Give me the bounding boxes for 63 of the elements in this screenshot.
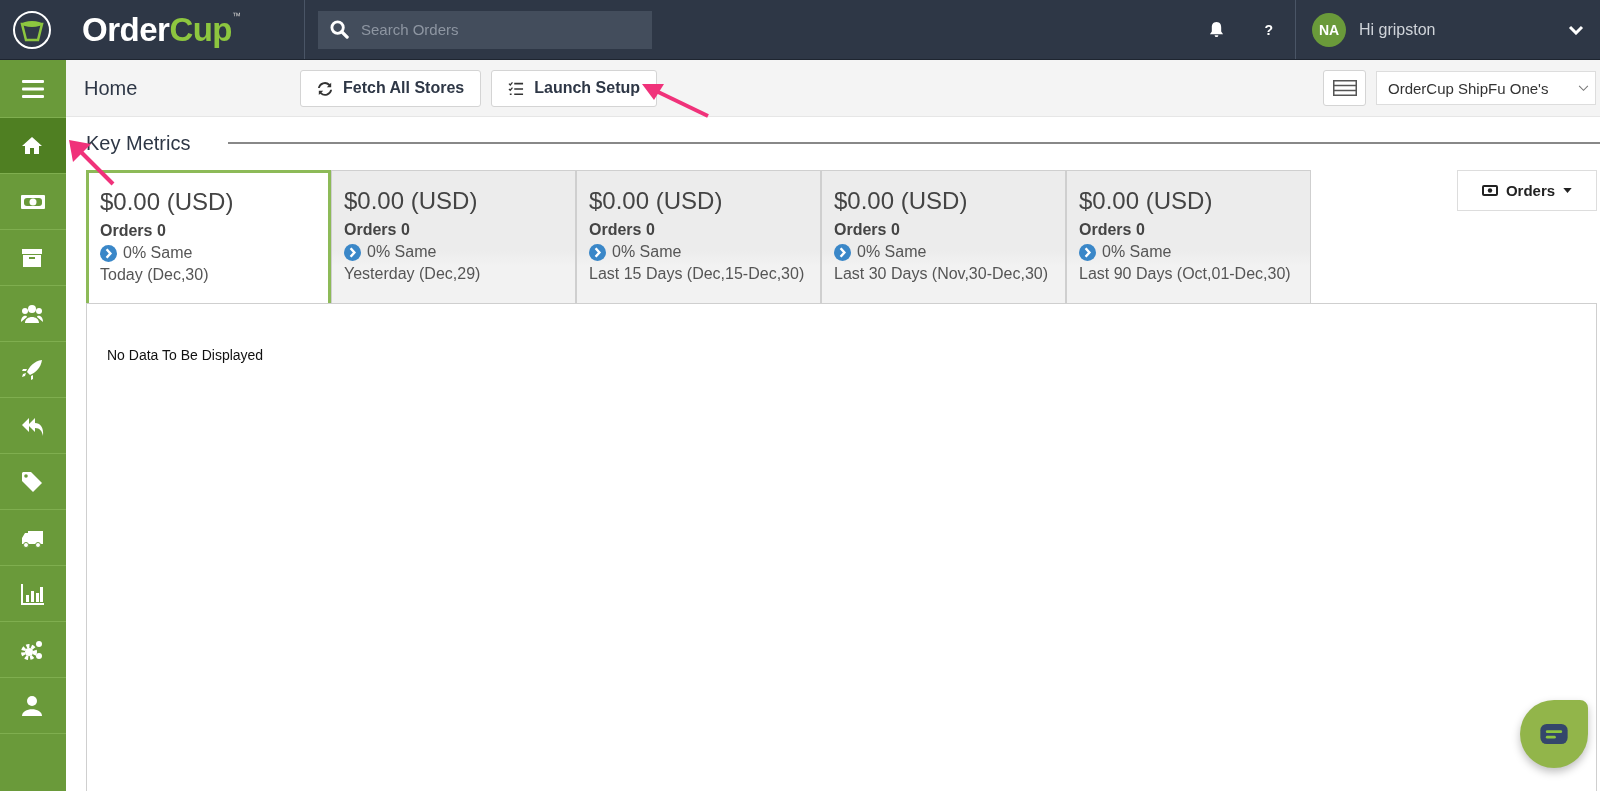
metric-period: Today (Dec,30)	[100, 266, 210, 284]
store-select[interactable]: OrderCup ShipFu One's	[1376, 71, 1596, 105]
metric-amount: $0.00 (USD)	[100, 188, 235, 216]
cup-logo-icon	[12, 9, 52, 50]
metric-card[interactable]: $0.00 (USD) Orders 0 0% Same Today (Dec,30)	[86, 170, 331, 303]
orders-dropdown-button[interactable]: Orders	[1457, 170, 1597, 211]
metric-card[interactable]: $0.00 (USD) Orders 0 0% Same Last 90 Days (Oct,01-Dec,30)	[1066, 170, 1311, 303]
metric-change: 0% Same	[612, 243, 682, 261]
metric-period: Yesterday (Dec,29)	[344, 265, 482, 283]
user-greeting[interactable]: Hi gripston	[1359, 20, 1568, 39]
metric-orders: Orders 0	[1079, 221, 1146, 239]
rocket-icon	[21, 358, 45, 381]
list-view-button[interactable]	[1323, 70, 1366, 106]
metric-amount: $0.00 (USD)	[589, 187, 724, 215]
toolbar-button[interactable]: Fetch All Stores	[300, 69, 482, 107]
bell-icon[interactable]	[1209, 21, 1225, 38]
metric-change: 0% Same	[123, 244, 193, 262]
metric-card[interactable]: $0.00 (USD) Orders 0 0% Same Yesterday (Dec,29)	[331, 170, 576, 303]
metric-change: 0% Same	[857, 243, 927, 261]
search-icon	[330, 20, 349, 39]
metric-amount: $0.00 (USD)	[1079, 187, 1214, 215]
metric-orders: Orders 0	[100, 222, 167, 240]
metric-card[interactable]: $0.00 (USD) Orders 0 0% Same Last 30 Days (Nov,30-Dec,30)	[821, 170, 1066, 303]
chevron-circle-icon	[834, 243, 851, 261]
metric-change: 0% Same	[367, 243, 437, 261]
metric-period: Last 15 Days (Dec,15-Dec,30)	[589, 265, 806, 283]
chevron-circle-icon	[100, 244, 117, 262]
metric-amount: $0.00 (USD)	[834, 187, 969, 215]
chevron-down-icon	[1578, 84, 1589, 92]
chevron-down-icon[interactable]	[1568, 24, 1584, 35]
user-icon	[21, 694, 45, 717]
list-view-icon	[1332, 80, 1357, 96]
help-button[interactable]: ?	[1264, 21, 1273, 38]
section-title: Key Metrics	[86, 131, 191, 155]
caret-icon	[1563, 188, 1573, 193]
search-field[interactable]: Search Orders	[318, 10, 652, 49]
page-title: Home	[84, 76, 139, 100]
checklist-icon	[508, 80, 525, 96]
metric-orders: Orders 0	[344, 221, 411, 239]
metric-card[interactable]: $0.00 (USD) Orders 0 0% Same Last 15 Days (Dec,15-Dec,30)	[576, 170, 821, 303]
chat-icon	[1540, 724, 1568, 744]
menu-icon	[22, 79, 44, 98]
toolbar-button[interactable]: Launch Setup	[491, 69, 657, 107]
bar-chart-icon	[21, 582, 45, 605]
chevron-circle-icon	[344, 243, 361, 261]
users-icon	[21, 302, 45, 325]
metric-change: 0% Same	[1102, 243, 1172, 261]
metric-period: Last 30 Days (Nov,30-Dec,30)	[834, 265, 1049, 283]
chevron-circle-icon	[589, 243, 606, 261]
metric-amount: $0.00 (USD)	[344, 187, 479, 215]
archive-box-icon	[21, 246, 45, 269]
money-icon	[1481, 185, 1498, 196]
search-input[interactable]: Search Orders	[361, 10, 640, 49]
chevron-circle-icon	[1079, 243, 1096, 261]
refresh-icon	[317, 80, 333, 96]
empty-message: No Data To Be Displayed	[107, 347, 264, 363]
chat-button[interactable]	[1520, 700, 1588, 768]
brand-logo: OrderCup$^{™}$	[82, 10, 241, 49]
sidebar-item[interactable]	[0, 118, 66, 174]
metric-orders: Orders 0	[834, 221, 901, 239]
metric-orders: Orders 0	[589, 221, 656, 239]
tag-icon	[21, 470, 45, 493]
metric-period: Last 90 Days (Oct,01-Dec,30)	[1079, 265, 1292, 283]
